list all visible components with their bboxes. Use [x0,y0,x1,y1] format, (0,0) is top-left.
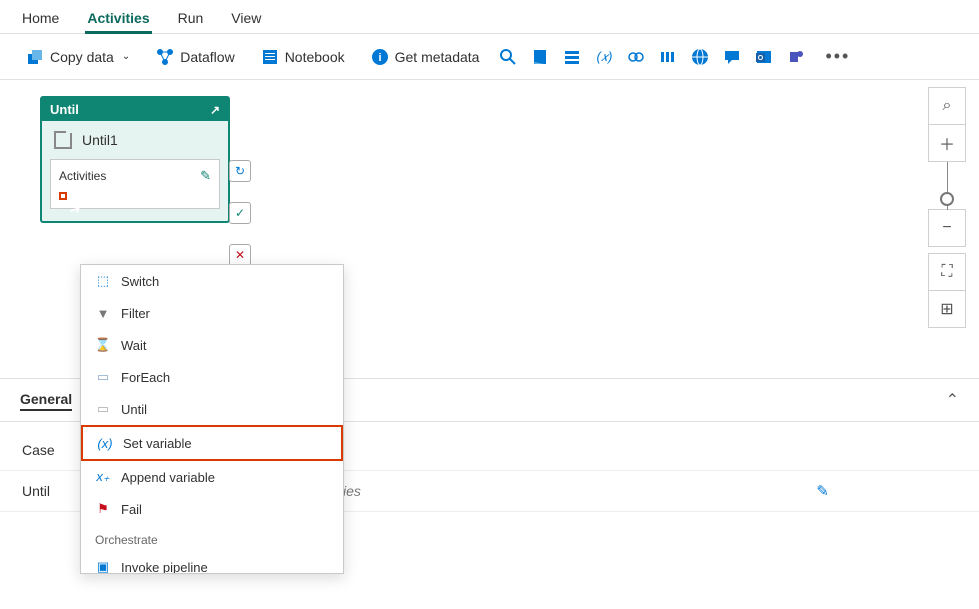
expand-icon[interactable]: ↗ [210,103,220,117]
menu-item-foreach[interactable]: ▭ ForEach [81,361,343,393]
tab-run[interactable]: Run [176,6,206,33]
search-canvas-button[interactable]: ⌕ [928,87,966,125]
foreach-icon: ▭ [95,369,111,385]
menu-label: Append variable [121,470,215,485]
svg-text:O: O [758,55,764,62]
tab-activities[interactable]: Activities [85,6,151,33]
menu-label: Filter [121,306,150,321]
panel-tabs: General [20,389,72,411]
copy-data-button[interactable]: Copy data ⌄ [20,44,136,70]
zoom-out-button[interactable]: − [928,209,966,247]
connector-success-icon[interactable]: ✓ [229,202,251,224]
variable-icon[interactable]: (𝑥) [595,48,613,66]
main-tabs: Home Activities Run View [0,0,979,34]
collapse-panel-icon[interactable]: ⌃ [946,390,959,410]
canvas-controls: ⌕ ＋ − ⛶ ⊞ [927,88,967,328]
layout-button[interactable]: ⊞ [928,290,966,328]
invoke-pipeline-icon: ▣ [95,559,111,574]
until-activity-box[interactable]: Until ↗ Until1 Activities ✎ [40,96,230,223]
more-button[interactable]: ••• [819,46,856,67]
menu-label: ForEach [121,370,170,385]
menu-item-set-variable[interactable]: (x) Set variable [81,425,343,461]
menu-section-orchestrate: Orchestrate [81,525,343,551]
chevron-down-icon: ⌄ [122,51,130,62]
fit-screen-button[interactable]: ⛶ [928,253,966,291]
menu-item-fail[interactable]: ⚑ Fail [81,493,343,525]
zoom-handle[interactable] [940,192,954,206]
lookup-icon[interactable] [627,48,645,66]
copy-data-icon [26,48,44,66]
menu-label: Invoke pipeline [121,560,208,575]
chat-icon[interactable] [723,48,741,66]
zoom-in-button[interactable]: ＋ [928,124,966,162]
menu-label: Fail [121,502,142,517]
menu-item-until[interactable]: ▭ Until [81,393,343,425]
teams-icon[interactable] [787,48,805,66]
until-header: Until ↗ [42,98,228,121]
list-icon[interactable] [563,48,581,66]
until-name-label: Until1 [82,132,118,148]
connector-retry-icon[interactable]: ↻ [229,160,251,182]
tab-view[interactable]: View [229,6,263,33]
connector-fail-icon[interactable]: ✕ [229,244,251,266]
menu-item-append-variable[interactable]: x₊ Append variable [81,461,343,493]
search-icon[interactable] [499,48,517,66]
menu-item-switch[interactable]: ⬚ Switch [81,265,343,297]
menu-label: Until [121,402,147,417]
fail-icon: ⚑ [95,501,111,517]
copy-data-label: Copy data [50,49,114,65]
until-name-row: Until1 [42,121,228,159]
menu-item-filter[interactable]: ▼ Filter [81,297,343,329]
edit-icon[interactable]: ✎ [816,482,829,500]
edit-activities-icon[interactable]: ✎ [200,168,211,184]
filter-icon: ▼ [95,305,111,321]
activities-label: Activities [59,169,106,183]
until-header-label: Until [50,102,79,117]
zoom-slider[interactable] [947,162,948,210]
menu-label: Wait [121,338,147,353]
menu-label: Switch [121,274,159,289]
web-icon[interactable] [691,48,709,66]
toolbar: Copy data ⌄ Dataflow Notebook i Get meta… [0,34,979,80]
get-metadata-label: Get metadata [395,49,480,65]
script-icon[interactable] [531,48,549,66]
outlook-icon[interactable]: O [755,48,773,66]
add-activity-highlight [59,192,67,200]
notebook-icon [261,48,279,66]
info-icon: i [371,48,389,66]
append-variable-icon: x₊ [95,469,111,485]
panel-tab-general[interactable]: General [20,389,72,411]
svg-text:i: i [378,52,381,64]
activity-context-menu: ⬚ Switch ▼ Filter ⌛ Wait ▭ ForEach ▭ Unt… [80,264,344,574]
wait-icon: ⌛ [95,337,111,353]
dataflow-icon [156,48,174,66]
inner-activities: Activities ✎ [50,159,220,209]
get-metadata-button[interactable]: i Get metadata [365,44,486,70]
menu-item-invoke-pipeline[interactable]: ▣ Invoke pipeline [81,551,343,574]
switch-icon: ⬚ [95,273,111,289]
key-icon[interactable] [659,48,677,66]
set-variable-icon: (x) [97,435,113,451]
until-icon [54,131,72,149]
menu-label: Set variable [123,436,192,451]
tab-home[interactable]: Home [20,6,61,33]
menu-item-wait[interactable]: ⌛ Wait [81,329,343,361]
until-menu-icon: ▭ [95,401,111,417]
dataflow-button[interactable]: Dataflow [150,44,240,70]
notebook-label: Notebook [285,49,345,65]
dataflow-label: Dataflow [180,49,234,65]
notebook-button[interactable]: Notebook [255,44,351,70]
